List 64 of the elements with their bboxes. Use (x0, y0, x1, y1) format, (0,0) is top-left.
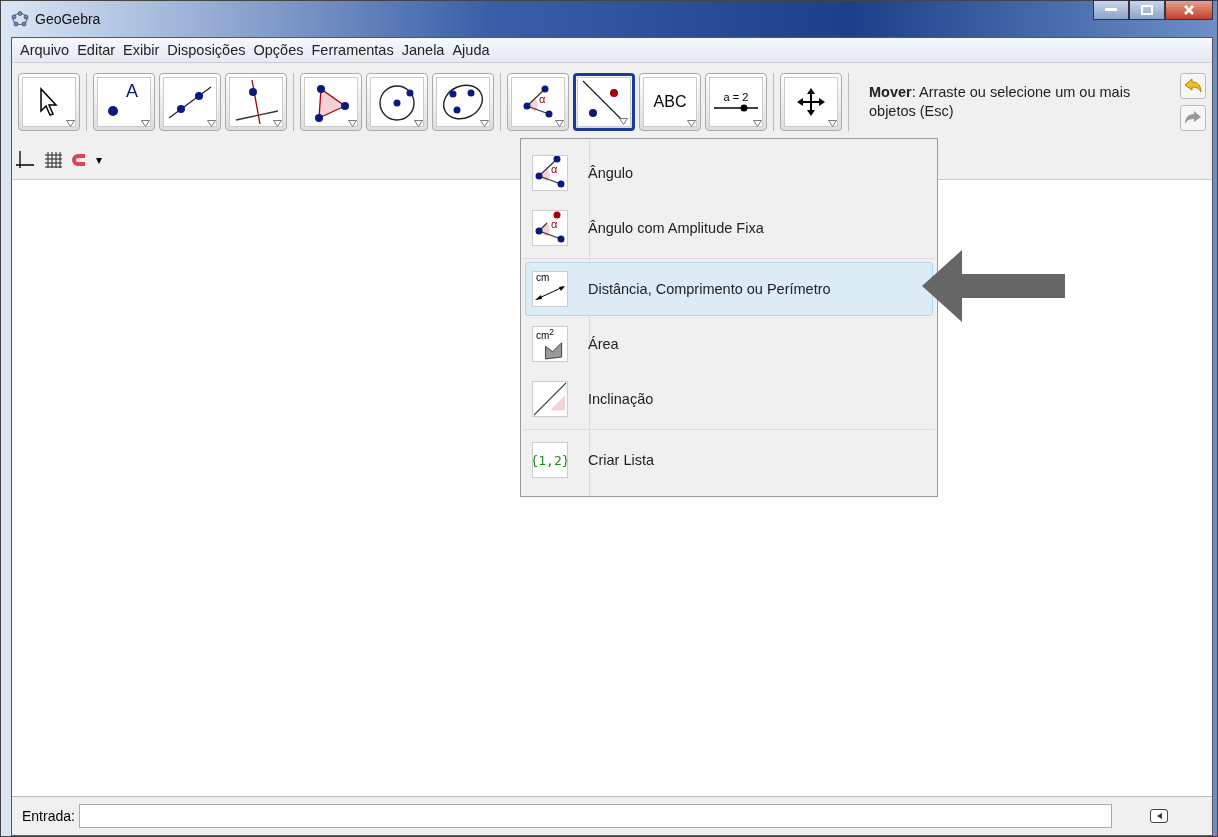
undo-button[interactable] (1180, 73, 1206, 99)
dropdown-triangle-icon (687, 120, 696, 127)
close-icon (1183, 4, 1195, 16)
tool-button[interactable] (432, 73, 494, 131)
tool-button[interactable]: A (93, 73, 155, 131)
menu-item[interactable]: Editar (77, 42, 116, 58)
tool-button[interactable] (780, 73, 842, 131)
dropdown-triangle-icon (619, 118, 628, 125)
menu-item[interactable]: Arquivo (20, 42, 70, 58)
menu-item[interactable]: Janela (401, 42, 445, 58)
tool-button[interactable]: a = 2 (705, 73, 767, 131)
menu-option[interactable]: Inclinação (525, 372, 933, 426)
menu-option[interactable]: cm Distância, Comprimento ou Perímetro (525, 262, 933, 316)
menu-item[interactable]: Ferramentas (311, 42, 394, 58)
menu-item[interactable]: Exibir (123, 42, 160, 58)
tool-help-text: Mover: Arraste ou selecione um ou mais objetos (Esc) (869, 83, 1132, 121)
slope-icon (533, 382, 567, 416)
line-icon (168, 84, 212, 120)
dropdown-triangle-icon (753, 120, 762, 127)
undo-icon (1184, 78, 1202, 94)
redo-icon (1184, 110, 1202, 126)
input-field[interactable] (78, 804, 1112, 828)
dropdown-triangle-icon (348, 120, 357, 127)
tool-button[interactable] (366, 73, 428, 131)
perpendicular-lines-icon (234, 80, 278, 124)
move-arrows-icon (797, 88, 825, 116)
keyboard-toggle-button[interactable] (1150, 809, 1168, 823)
window-title: GeoGebra (35, 11, 101, 27)
menu-option[interactable]: α Ângulo (525, 146, 933, 200)
axes-icon[interactable] (16, 151, 34, 169)
tool-button[interactable] (225, 73, 287, 131)
circle-icon (377, 82, 417, 122)
ellipse-icon (441, 82, 485, 122)
dropdown-triangle-icon (273, 120, 282, 127)
dropdown-triangle-icon (555, 120, 564, 127)
left-triangle-icon (1155, 812, 1163, 820)
tool-button[interactable]: ABC (639, 73, 701, 131)
grid-icon[interactable] (44, 151, 62, 169)
dropdown-triangle-icon (828, 120, 837, 127)
menu-item[interactable]: Opções (253, 42, 304, 58)
dropdown-triangle-icon (141, 120, 150, 127)
maximize-icon (1141, 5, 1153, 15)
menu-item[interactable]: Ajuda (452, 42, 490, 58)
menu-option[interactable]: cm$^{2}$ Área (525, 317, 933, 371)
dropdown-triangle-icon (480, 120, 489, 127)
pointer-icon (38, 87, 60, 117)
close-button[interactable] (1165, 0, 1213, 20)
tool-button[interactable]: α (507, 73, 569, 131)
minimize-button[interactable] (1093, 0, 1129, 20)
input-label: Entrada: (22, 808, 75, 824)
magnet-icon[interactable] (72, 153, 86, 167)
dropdown-triangle-icon (66, 120, 75, 127)
tool-button[interactable] (300, 73, 362, 131)
tool-button[interactable] (159, 73, 221, 131)
tool-button[interactable] (573, 73, 635, 131)
text-tool-label: ABC (653, 93, 687, 111)
app-logo-icon (11, 11, 29, 27)
dropdown-triangle-icon (414, 120, 423, 127)
minimize-icon (1105, 8, 1117, 12)
tool-button[interactable] (18, 73, 80, 131)
menu-item[interactable]: Disposições (167, 42, 246, 58)
dropdown-triangle-icon (207, 120, 216, 127)
menu-option[interactable]: α Ângulo com Amplitude Fixa (525, 201, 933, 255)
maximize-button[interactable] (1129, 0, 1165, 20)
